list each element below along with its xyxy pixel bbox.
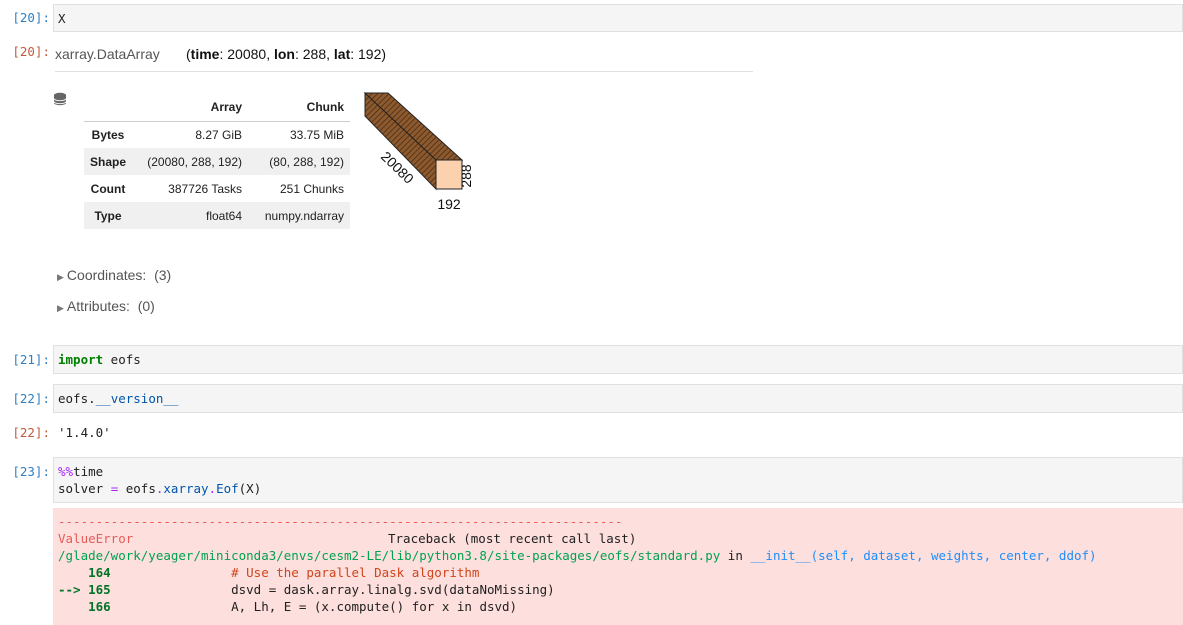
code-text: eofs. xyxy=(58,391,96,406)
arrow-marker xyxy=(58,599,88,614)
in-word: in xyxy=(720,548,751,563)
input-prompt-22: [22]: xyxy=(12,391,50,406)
chunk-value: numpy.ndarray xyxy=(264,208,345,223)
dunder-attribute: __version__ xyxy=(95,391,179,406)
error-name: ValueError xyxy=(58,531,134,546)
code-line: A, Lh, E = (x.compute() for x in dsvd) xyxy=(110,599,518,614)
output-prompt-22: [22]: xyxy=(12,425,50,440)
attributes-toggle[interactable]: ▶ Attributes: (0) xyxy=(57,298,155,314)
code-text: solver xyxy=(58,481,111,496)
xarray-dims: (time: 20080, lon: 288, lat: 192) xyxy=(186,46,387,62)
input-prompt-23: [23]: xyxy=(12,464,50,479)
table-row: Bytes 8.27 GiB 33.75 MiB xyxy=(84,121,350,148)
coordinates-toggle[interactable]: ▶ Coordinates: (3) xyxy=(57,267,171,283)
error-output: ----------------------------------------… xyxy=(53,508,1183,625)
table-row: Type float64 numpy.ndarray xyxy=(84,202,351,229)
code-cell-22[interactable]: eofs.__version__ xyxy=(53,384,1183,413)
table-row: Count 387726 Tasks 251 Chunks xyxy=(84,175,350,202)
arrow-marker xyxy=(58,565,88,580)
dim-name: time xyxy=(190,46,220,62)
keyword: import xyxy=(58,352,104,367)
table-header xyxy=(84,94,133,122)
cube-label-width: 192 xyxy=(437,196,461,212)
error-dashes: ----------------------------------------… xyxy=(58,514,623,529)
dim-name: lon xyxy=(273,46,295,62)
row-label: Count xyxy=(90,181,126,196)
magic-prefix: %% xyxy=(58,464,74,479)
xarray-header: xarray.DataArray (time: 20080, lon: 288,… xyxy=(55,44,753,72)
cube-label-height: 288 xyxy=(458,164,474,188)
table-row: Shape (20080, 288, 192) (80, 288, 192) xyxy=(84,148,351,175)
dask-array-table: Array Chunk Bytes 8.27 GiB 33.75 MiB Sha… xyxy=(84,94,351,229)
chunk-cube-diagram: 20080 288 192 xyxy=(363,91,474,212)
magic-command: time xyxy=(73,464,104,479)
line-number: 164 xyxy=(88,565,111,580)
table-header: Chunk xyxy=(248,94,351,122)
code-cell-20[interactable]: X xyxy=(53,4,1183,32)
triangle-right-icon: ▶ xyxy=(57,272,64,282)
code-cell-23[interactable]: %%time solver = eofs.xarray.Eof(X) xyxy=(53,457,1183,503)
section-count: (0) xyxy=(137,298,155,314)
code-cell-21[interactable]: import eofs xyxy=(53,345,1183,374)
chunk-value: 33.75 MiB xyxy=(289,127,345,142)
code-text: X xyxy=(58,11,66,26)
operator: . xyxy=(208,481,217,496)
arrow-marker: --> xyxy=(58,582,89,597)
line-number: 165 xyxy=(88,582,111,597)
error-file-path: /glade/work/yeager/miniconda3/envs/cesm2… xyxy=(58,548,721,563)
code-text: eofs xyxy=(118,481,156,496)
row-label: Bytes xyxy=(91,127,125,142)
row-label: Shape xyxy=(90,154,127,169)
attribute: xarray xyxy=(163,481,209,496)
xarray-type: xarray.DataArray xyxy=(55,46,160,62)
database-icon[interactable] xyxy=(53,92,67,106)
table-header: Array xyxy=(132,94,249,122)
dim-size: 288 xyxy=(302,46,327,62)
input-prompt-20: [20]: xyxy=(12,10,50,25)
table-header-row: Array Chunk xyxy=(84,94,351,122)
code-text: (X) xyxy=(238,481,262,496)
chunk-value: (80, 288, 192) xyxy=(269,154,345,169)
dim-size: 20080 xyxy=(227,46,267,62)
output-prompt-20: [20]: xyxy=(12,44,50,59)
output-value-22: '1.4.0' xyxy=(58,425,111,440)
row-label: Type xyxy=(94,208,122,223)
code-comment: # Use the parallel Dask algorithm xyxy=(110,565,480,580)
triangle-right-icon: ▶ xyxy=(57,303,64,313)
array-value: 387726 Tasks xyxy=(168,181,243,196)
array-value: float64 xyxy=(205,208,243,223)
chunk-value: 251 Chunks xyxy=(279,181,345,196)
traceback-label: Traceback (most recent call last) xyxy=(388,531,637,546)
array-value: 8.27 GiB xyxy=(195,127,243,142)
input-prompt-21: [21]: xyxy=(12,352,50,367)
code-line: dsvd = dask.array.linalg.svd(dataNoMissi… xyxy=(110,582,555,597)
attribute: Eof xyxy=(216,481,239,496)
dim-name: lat xyxy=(333,46,351,62)
section-label: Coordinates: xyxy=(66,267,147,283)
section-label: Attributes: xyxy=(66,298,130,314)
array-value: (20080, 288, 192) xyxy=(147,154,243,169)
code-text: eofs xyxy=(103,352,141,367)
dim-size: 192 xyxy=(358,46,382,62)
error-function: __init__(self, dataset, weights, center,… xyxy=(750,548,1097,563)
line-number: 166 xyxy=(88,599,111,614)
section-count: (3) xyxy=(154,267,172,283)
